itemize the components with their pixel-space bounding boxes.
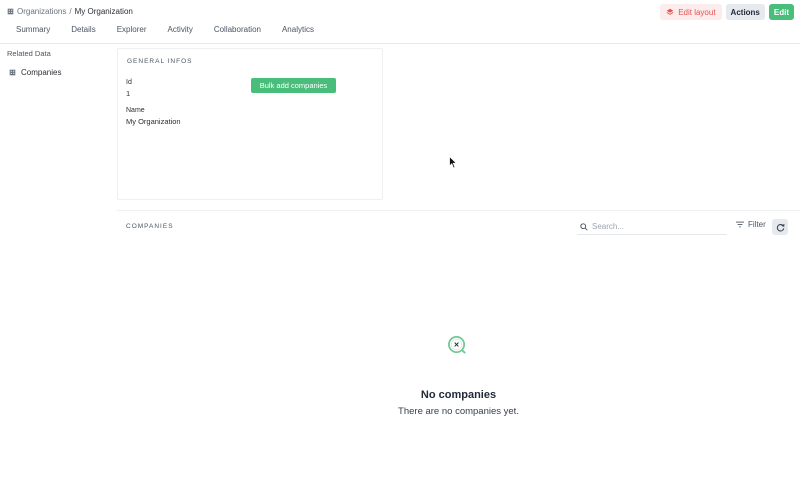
breadcrumb-separator: / <box>69 7 72 16</box>
filter-label: Filter <box>748 220 766 229</box>
sidebar-item-companies[interactable]: Companies <box>9 68 61 77</box>
general-infos-panel: GENERAL INFOS Id 1 Name My Organization … <box>117 48 383 200</box>
header-actions: Edit layout Actions Edit <box>660 4 794 20</box>
id-value: 1 <box>126 89 131 98</box>
building-icon <box>9 69 16 76</box>
companies-panel: COMPANIES Filter No companies There are … <box>117 210 800 482</box>
breadcrumb-parent-link[interactable]: Organizations <box>17 7 66 16</box>
general-infos-title: GENERAL INFOS <box>127 58 193 65</box>
name-value: My Organization <box>126 117 181 126</box>
refresh-icon <box>776 223 784 232</box>
record-tabs: Summary Details Explorer Activity Collab… <box>16 25 335 34</box>
filter-button[interactable]: Filter <box>736 220 766 229</box>
edit-button[interactable]: Edit <box>768 4 794 20</box>
tab-explorer[interactable]: Explorer <box>117 25 147 34</box>
mouse-pointer-icon <box>449 156 457 169</box>
companies-title: COMPANIES <box>126 223 174 230</box>
layers-icon <box>666 8 674 15</box>
actions-button[interactable]: Actions <box>725 4 765 20</box>
edit-layout-button[interactable]: Edit layout <box>660 4 722 20</box>
tab-details[interactable]: Details <box>71 25 95 34</box>
page-header: Organizations / My Organization Summary … <box>0 0 800 44</box>
tab-activity[interactable]: Activity <box>167 25 192 34</box>
empty-state-title: No companies <box>420 389 497 401</box>
sidebar-item-label: Companies <box>21 68 62 77</box>
search-input[interactable] <box>592 222 722 231</box>
tab-summary[interactable]: Summary <box>16 25 50 34</box>
tab-analytics[interactable]: Analytics <box>282 25 314 34</box>
empty-state-subtitle: There are no companies yet. <box>398 406 519 417</box>
edit-layout-label: Edit layout <box>678 7 716 17</box>
name-label: Name <box>126 107 145 114</box>
search-icon <box>580 222 588 231</box>
bulk-add-companies-button[interactable]: Bulk add companies <box>251 78 336 93</box>
refresh-button[interactable] <box>772 219 788 235</box>
id-label: Id <box>126 79 132 86</box>
sidebar-title: Related Data <box>7 49 51 58</box>
related-data-sidebar: Related Data Companies <box>0 44 112 493</box>
filter-icon <box>736 221 744 228</box>
breadcrumb: Organizations / My Organization <box>7 7 133 16</box>
empty-state-search-icon <box>448 336 466 354</box>
building-icon <box>7 8 14 15</box>
tab-collaboration[interactable]: Collaboration <box>214 25 261 34</box>
search-field[interactable] <box>577 219 727 235</box>
breadcrumb-current: My Organization <box>74 7 133 16</box>
